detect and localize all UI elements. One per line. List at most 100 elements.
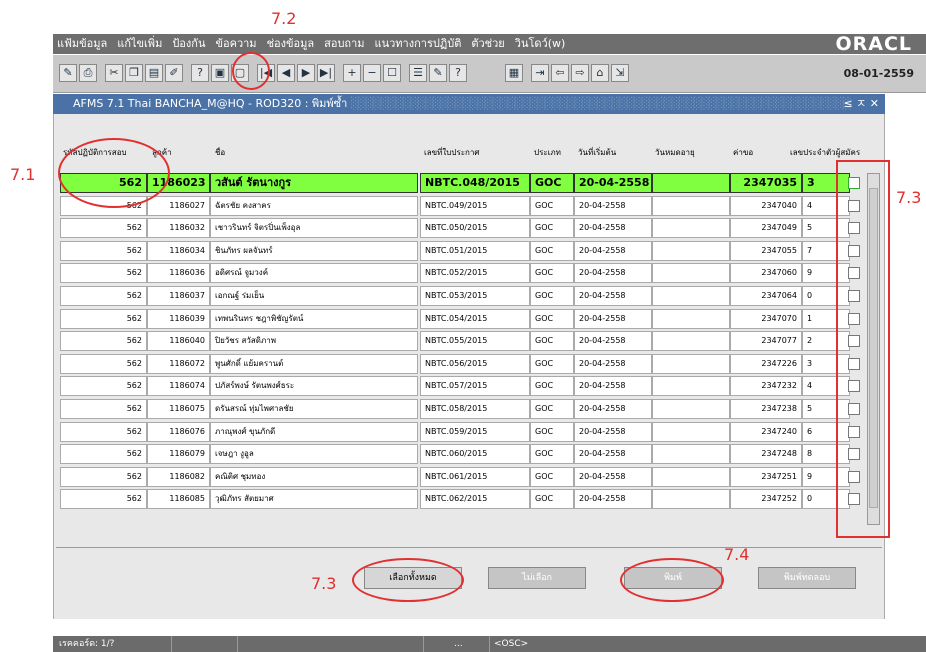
cert-no-cell[interactable]: NBTC.062/2015	[420, 489, 530, 510]
customer-cell[interactable]: 1186040	[147, 331, 210, 352]
query-icon[interactable]: ?	[191, 64, 209, 82]
name-cell[interactable]: ดรันสรณ์ ทุ่มไพศาลชัย	[210, 399, 418, 419]
table-row[interactable]: 562 1186076 ภาณุพงศ์ ขุนภักดี NBTC.059/2015…	[60, 421, 866, 442]
expire-date-cell[interactable]	[652, 399, 730, 419]
type-cell[interactable]: GOC	[530, 331, 574, 352]
exam-code-cell[interactable]: 562	[60, 353, 147, 374]
save-icon[interactable]: ✎	[59, 64, 77, 82]
customer-cell[interactable]: 1186032	[147, 218, 210, 239]
menu-item[interactable]: แก้ไขเพิ่ม	[117, 37, 162, 50]
menu-item[interactable]: ป้องกัน	[172, 37, 205, 50]
table-row[interactable]: 562 1186027 ฉัตรชัย คงสาคร NBTC.049/2015 GOC…	[60, 195, 866, 216]
name-cell[interactable]: วุฒิภัทร สัตยมาศ	[210, 489, 418, 510]
expire-date-cell[interactable]	[652, 331, 730, 352]
start-date-cell[interactable]: 20-04-2558	[574, 308, 652, 329]
cert-no-cell[interactable]: NBTC.057/2015	[420, 376, 530, 397]
menu-item[interactable]: ช่องข้อมูล	[267, 37, 315, 50]
type-cell[interactable]: GOC	[530, 376, 574, 397]
fee-cell[interactable]: 2347064	[730, 286, 802, 306]
exam-code-cell[interactable]: 562	[60, 444, 147, 465]
customer-cell[interactable]: 1186039	[147, 308, 210, 329]
start-date-cell[interactable]: 20-04-2558	[574, 331, 652, 352]
cert-no-cell[interactable]: NBTC.053/2015	[420, 286, 530, 306]
next-record-icon[interactable]: ▶	[297, 64, 315, 82]
start-date-cell[interactable]: 20-04-2558	[574, 466, 652, 487]
cut-icon[interactable]: ✂	[105, 64, 123, 82]
menu-item[interactable]: แนวทางการปฏิบัติ	[375, 37, 462, 50]
customer-cell[interactable]: 1186082	[147, 466, 210, 487]
expire-date-cell[interactable]	[652, 489, 730, 510]
start-date-cell[interactable]: 20-04-2558	[574, 195, 652, 216]
customer-cell[interactable]: 1186075	[147, 399, 210, 419]
fee-cell[interactable]: 2347232	[730, 376, 802, 397]
expire-date-cell[interactable]	[652, 353, 730, 374]
name-cell[interactable]: ชินภัทร ผลจันทร์	[210, 240, 418, 261]
name-cell[interactable]: พูนศักดิ์ แย้มครานต์	[210, 353, 418, 374]
name-cell[interactable]: ปิยวัชร สวัสดิภาพ	[210, 331, 418, 352]
clear-record-icon[interactable]: ☐	[383, 64, 401, 82]
start-date-cell[interactable]: 20-04-2558	[574, 376, 652, 397]
fee-cell[interactable]: 2347035	[730, 173, 802, 193]
cert-no-cell[interactable]: NBTC.055/2015	[420, 331, 530, 352]
table-row[interactable]: 562 1186036 อดิศรณ์ จูมวงค์ NBTC.052/2015 GO…	[60, 263, 866, 284]
type-cell[interactable]: GOC	[530, 466, 574, 487]
fee-cell[interactable]: 2347040	[730, 195, 802, 216]
name-cell[interactable]: เทพนรินทร ชฎาพิชัญรัตน์	[210, 308, 418, 329]
last-record-icon[interactable]: ▶|	[317, 64, 335, 82]
test-print-button[interactable]: พิมพ์ทดลอบ	[758, 567, 856, 589]
home-icon[interactable]: ⌂	[591, 64, 609, 82]
expire-date-cell[interactable]	[652, 421, 730, 442]
help-icon[interactable]: ?	[449, 64, 467, 82]
name-cell[interactable]: วสันต์ รัตนางกูร	[210, 173, 418, 193]
cert-no-cell[interactable]: NBTC.061/2015	[420, 466, 530, 487]
exam-code-cell[interactable]: 562	[60, 489, 147, 510]
cert-no-cell[interactable]: NBTC.054/2015	[420, 308, 530, 329]
prev-record-icon[interactable]: ◀	[277, 64, 295, 82]
type-cell[interactable]: GOC	[530, 308, 574, 329]
keyboard-icon[interactable]: ▦	[505, 64, 523, 82]
table-row[interactable]: 562 1186023 วสันต์ รัตนางกูร NBTC.048/2015 G…	[60, 173, 866, 193]
expire-date-cell[interactable]	[652, 466, 730, 487]
fee-cell[interactable]: 2347049	[730, 218, 802, 239]
type-cell[interactable]: GOC	[530, 286, 574, 306]
type-cell[interactable]: GOC	[530, 195, 574, 216]
type-cell[interactable]: GOC	[530, 240, 574, 261]
fee-cell[interactable]: 2347077	[730, 331, 802, 352]
start-date-cell[interactable]: 20-04-2558	[574, 421, 652, 442]
menu-item[interactable]: ตัวช่วย	[471, 37, 504, 50]
name-cell[interactable]: เอกณฐ์ ร่มเย็น	[210, 286, 418, 306]
fee-cell[interactable]: 2347055	[730, 240, 802, 261]
edit-field-icon[interactable]: ✎	[429, 64, 447, 82]
customer-cell[interactable]: 1186079	[147, 444, 210, 465]
customer-cell[interactable]: 1186036	[147, 263, 210, 284]
start-date-cell[interactable]: 20-04-2558	[574, 263, 652, 284]
expire-date-cell[interactable]	[652, 263, 730, 284]
table-row[interactable]: 562 1186039 เทพนรินทร ชฎาพิชัญรัตน์ NBTC.05…	[60, 308, 866, 329]
edit-icon[interactable]: ✐	[165, 64, 183, 82]
logout-icon[interactable]: ⇲	[611, 64, 629, 82]
exam-code-cell[interactable]: 562	[60, 331, 147, 352]
exam-code-cell[interactable]: 562	[60, 308, 147, 329]
copy-icon[interactable]: ❐	[125, 64, 143, 82]
start-date-cell[interactable]: 20-04-2558	[574, 218, 652, 239]
table-row[interactable]: 562 1186034 ชินภัทร ผลจันทร์ NBTC.051/2015 G…	[60, 240, 866, 261]
customer-cell[interactable]: 1186034	[147, 240, 210, 261]
name-cell[interactable]: ฉัตรชัย คงสาคร	[210, 195, 418, 216]
name-cell[interactable]: ภาณุพงศ์ ขุนภักดี	[210, 421, 418, 442]
type-cell[interactable]: GOC	[530, 399, 574, 419]
table-row[interactable]: 562 1186075 ดรันสรณ์ ทุ่มไพศาลชัย NBTC.058/…	[60, 399, 866, 419]
table-row[interactable]: 562 1186074 ปภัสร์พงษ์ รัตนพงศ์ธระ NBTC.057…	[60, 376, 866, 397]
start-date-cell[interactable]: 20-04-2558	[574, 240, 652, 261]
customer-cell[interactable]: 1186085	[147, 489, 210, 510]
cert-no-cell[interactable]: NBTC.052/2015	[420, 263, 530, 284]
customer-cell[interactable]: 1186037	[147, 286, 210, 306]
customer-cell[interactable]: 1186074	[147, 376, 210, 397]
menu-item[interactable]: วินโดว์(w)	[515, 37, 566, 50]
exam-code-cell[interactable]: 562	[60, 376, 147, 397]
expire-date-cell[interactable]	[652, 195, 730, 216]
name-cell[interactable]: เจษฎา งูอูล	[210, 444, 418, 465]
fee-cell[interactable]: 2347251	[730, 466, 802, 487]
start-date-cell[interactable]: 20-04-2558	[574, 489, 652, 510]
cert-no-cell[interactable]: NBTC.048/2015	[420, 173, 530, 193]
exam-code-cell[interactable]: 562	[60, 466, 147, 487]
